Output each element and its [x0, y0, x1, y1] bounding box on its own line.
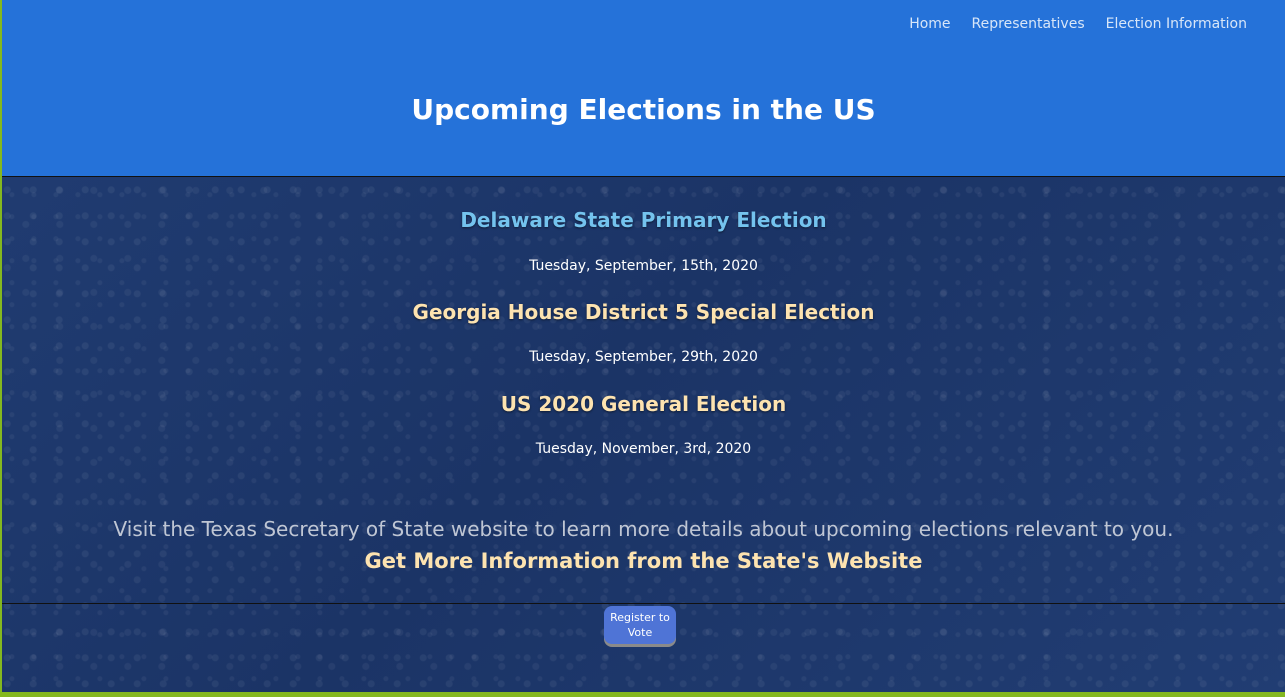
nav-election-information-link[interactable]: Election Information — [1106, 16, 1247, 32]
nav-home-link[interactable]: Home — [909, 16, 950, 32]
page-title: Upcoming Elections in the US — [411, 93, 876, 126]
election-name: Georgia House District 5 Special Electio… — [412, 300, 875, 324]
page: Home Representatives Election Informatio… — [2, 0, 1285, 692]
visit-info-text: Visit the Texas Secretary of State websi… — [113, 517, 1174, 541]
header: Home Representatives Election Informatio… — [2, 0, 1285, 177]
election-name: US 2020 General Election — [500, 392, 787, 416]
nav-representatives-link[interactable]: Representatives — [972, 16, 1085, 32]
election-date: Tuesday, November, 3rd, 2020 — [535, 441, 752, 457]
elections-section: Delaware State Primary Election Tuesday,… — [2, 177, 1285, 604]
election-name: Delaware State Primary Election — [460, 208, 827, 232]
top-nav: Home Representatives Election Informatio… — [909, 16, 1247, 32]
state-website-link[interactable]: Get More Information from the State's We… — [2, 549, 1285, 573]
election-date: Tuesday, September, 29th, 2020 — [529, 349, 758, 365]
election-date: Tuesday, September, 15th, 2020 — [529, 258, 758, 274]
register-to-vote-button[interactable]: Register to Vote — [604, 606, 676, 644]
